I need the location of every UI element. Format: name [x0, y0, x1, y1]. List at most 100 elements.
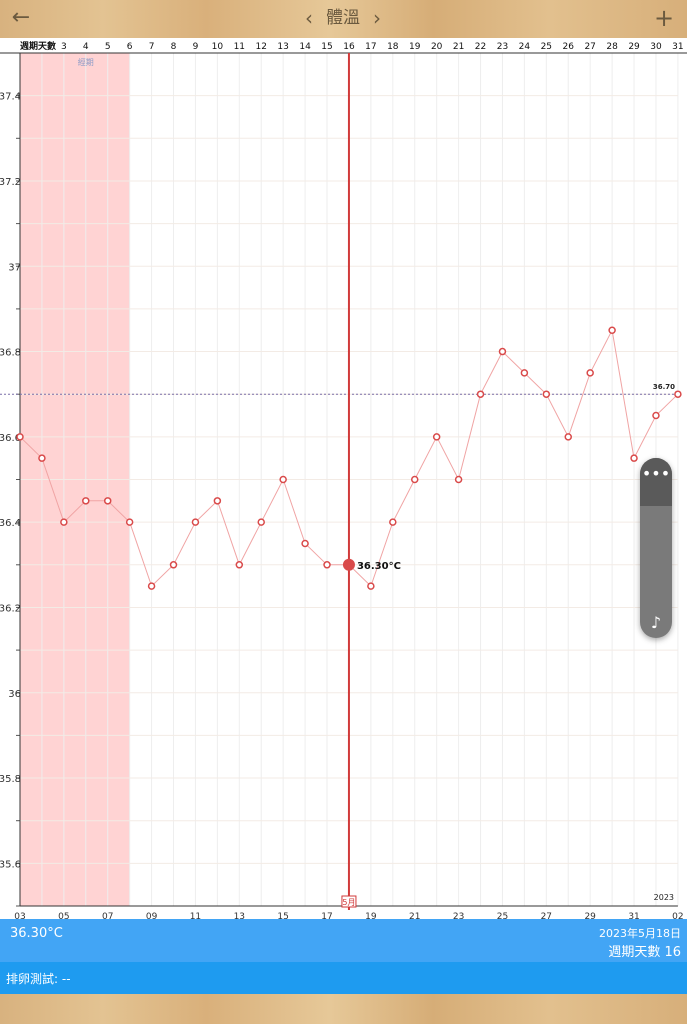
data-point: [410, 475, 419, 484]
y-tick-label: 35.6: [0, 859, 21, 870]
data-point: [564, 433, 572, 441]
x-tick-label: 23: [453, 912, 464, 919]
data-point: [257, 518, 265, 526]
y-tick-label: 35.8: [0, 774, 21, 785]
next-chevron-icon[interactable]: ›: [368, 4, 386, 32]
year-label: 2023: [654, 893, 674, 902]
x-tick-label: 03: [14, 912, 25, 919]
y-tick-label: 36.8: [0, 348, 21, 359]
cycle-day-tick-label: 22: [475, 42, 486, 52]
selected-date: 2023年5月18日: [599, 927, 681, 940]
data-point: [235, 561, 244, 569]
cycle-day-tick-label: 6: [127, 42, 133, 52]
info-bar: 36.30°C 2023年5月18日 週期天數 16: [0, 919, 687, 962]
cycle-day-tick-label: 16: [343, 42, 355, 52]
cycle-day: 週期天數 16: [608, 945, 681, 960]
data-point: [630, 454, 638, 462]
cycle-day-tick-label: 23: [497, 42, 508, 52]
data-point: [674, 390, 682, 398]
x-tick-label: 13: [234, 912, 245, 919]
y-tick-label: 36: [8, 689, 21, 700]
data-point: [125, 518, 134, 526]
cycle-day-tick-label: 7: [149, 42, 155, 52]
cycle-day-tick-label: 29: [628, 42, 640, 52]
selected-value-label: 36.30°C: [357, 561, 401, 572]
x-tick-label: 27: [541, 912, 552, 919]
x-tick-label: 19: [365, 912, 377, 919]
data-point: [147, 582, 156, 590]
ovulation-test-text: 排卵測試: --: [6, 972, 71, 986]
cycle-day-tick-label: 24: [519, 42, 531, 52]
floating-widget[interactable]: ••• ♪: [640, 458, 672, 638]
x-tick-label: 17: [321, 912, 332, 919]
cycle-day-tick-label: 14: [299, 42, 311, 52]
temperature-chart[interactable]: 週期天數 3 4 5 6 7 8 9 10 11 12 13 14 15 16 17 18 19 20 21 22 23 2…: [0, 38, 687, 919]
data-point: [432, 433, 441, 441]
data-point: [301, 539, 309, 548]
cycle-day-tick-label: 11: [234, 42, 245, 52]
more-dots-icon[interactable]: •••: [640, 466, 672, 482]
x-tick-label: 09: [146, 912, 158, 919]
data-point: [542, 390, 551, 398]
data-point: [454, 475, 463, 484]
y-tick-label: 36.2: [0, 603, 21, 614]
data-point: [191, 518, 200, 526]
cycle-day-tick-label: 18: [387, 42, 399, 52]
x-tick-label: 07: [102, 912, 113, 919]
cycle-day-tick-label: 26: [563, 42, 575, 52]
ovulation-test-bar[interactable]: 排卵測試: --: [0, 962, 687, 994]
x-tick-label: 11: [190, 912, 201, 919]
data-point: [389, 518, 397, 526]
y-tick-label: 37: [8, 262, 21, 273]
page-title: 體溫: [326, 8, 360, 28]
cycle-day-tick-label: 21: [453, 42, 464, 52]
cycle-day-tick-label: 4: [83, 42, 89, 52]
top-bar: ← ‹ 體溫 › +: [0, 0, 687, 38]
add-icon[interactable]: +: [651, 4, 677, 32]
data-point: [213, 497, 222, 505]
data-point: [652, 411, 660, 420]
cycle-day-tick-label: 10: [212, 42, 224, 52]
cycle-day-tick-label: 19: [409, 42, 421, 52]
data-point: [476, 390, 485, 398]
cycle-day-tick-label: 13: [277, 42, 288, 52]
data-point: [279, 475, 287, 484]
cycle-day-tick-label: 9: [193, 42, 199, 52]
cycle-day-tick-label: 28: [606, 42, 618, 52]
x-tick-label: 02: [672, 912, 683, 919]
temperature-chart-svg[interactable]: 週期天數 3 4 5 6 7 8 9 10 11 12 13 14 15 16 17 18 19 20 21 22 23 2…: [0, 38, 687, 919]
cycle-day-tick-label: 25: [541, 42, 552, 52]
selected-data-point: [342, 558, 355, 571]
cycle-day-tick-label: 17: [365, 42, 376, 52]
data-point: [498, 347, 507, 356]
cycle-day-tick-label: 15: [321, 42, 332, 52]
data-point: [323, 561, 331, 569]
data-point: [82, 497, 90, 505]
data-point: [60, 518, 68, 526]
x-tick-label: 31: [628, 912, 639, 919]
data-point: [103, 497, 112, 505]
cycle-day-tick-label: 5: [105, 42, 111, 52]
cycle-day-axis-label: 週期天數: [20, 40, 57, 52]
cycle-day-tick-label: 27: [584, 42, 595, 52]
x-tick-label: 21: [409, 912, 420, 919]
x-tick-label: 15: [277, 912, 288, 919]
period-label: 經期: [78, 57, 94, 67]
coverline-label: 36.70: [653, 383, 675, 391]
month-marker-label: 5月: [342, 898, 355, 907]
x-tick-label: 29: [584, 912, 596, 919]
cycle-day-tick-label: 30: [650, 42, 662, 52]
x-tick-label: 25: [497, 912, 508, 919]
x-tick-label: 05: [58, 912, 69, 919]
sound-mode-icon[interactable]: ♪: [640, 613, 672, 632]
data-point: [16, 433, 24, 441]
cycle-day-tick-label: 8: [171, 42, 177, 52]
data-point: [169, 561, 178, 569]
back-arrow-icon[interactable]: ←: [8, 4, 34, 32]
previous-chevron-icon[interactable]: ‹: [300, 4, 318, 32]
data-point: [367, 582, 375, 590]
cycle-day-tick-label: 20: [431, 42, 443, 52]
current-temperature: 36.30°C: [10, 926, 63, 941]
data-point: [520, 369, 529, 377]
cycle-day-tick-label: 3: [61, 42, 67, 52]
